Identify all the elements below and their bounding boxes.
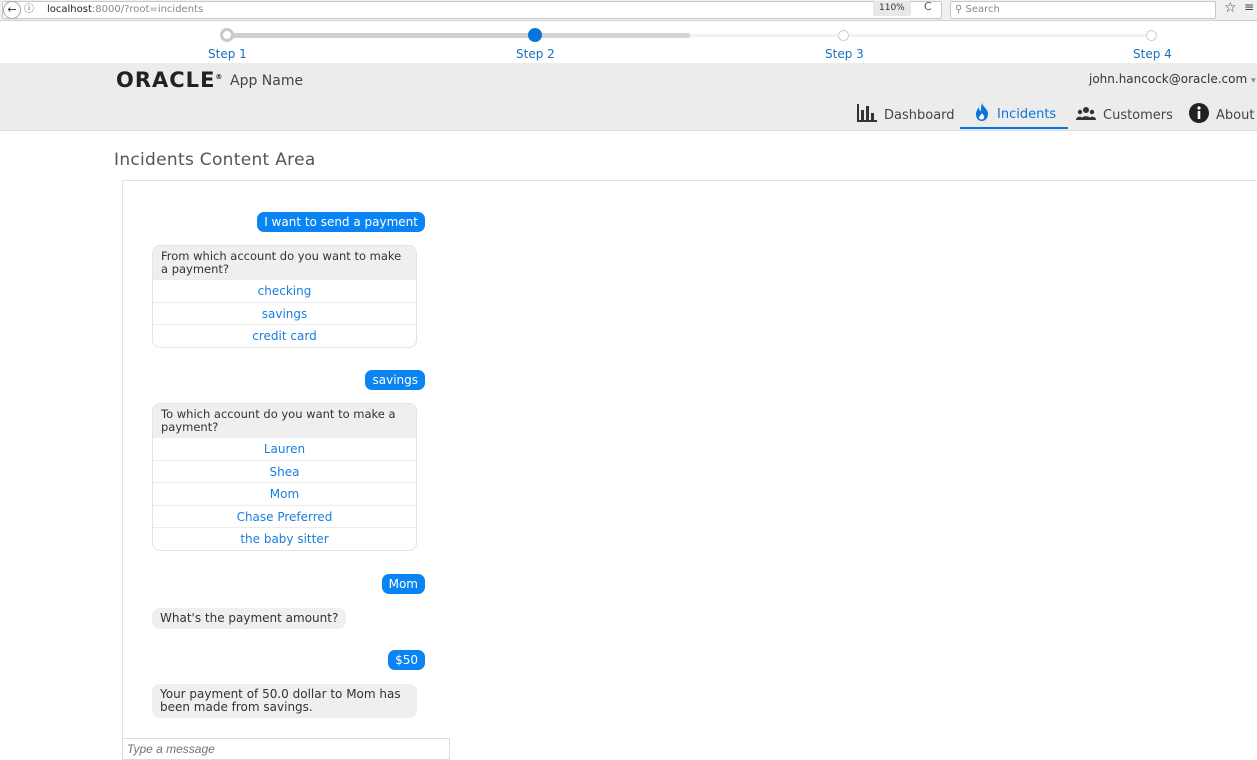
browser-search-input[interactable]: ⚲ Search [950, 1, 1216, 19]
option-chase-preferred[interactable]: Chase Preferred [153, 504, 416, 528]
bot-message: Your payment of 50.0 dollar to Mom has b… [152, 684, 417, 718]
bot-question: To which account do you want to make a p… [153, 404, 416, 437]
nav-label: Dashboard [884, 107, 955, 123]
address-bar[interactable]: ← ⓘ localhost:8000/?root=incidents [2, 1, 942, 19]
option-shea[interactable]: Shea [153, 459, 416, 483]
reload-icon[interactable]: C [924, 0, 932, 13]
bot-message: What's the payment amount? [152, 608, 347, 629]
search-placeholder: Search [965, 4, 1000, 15]
step-connector [535, 33, 690, 38]
logo-text: ORACLE [116, 68, 216, 92]
bot-choice-card: To which account do you want to make a p… [152, 403, 417, 551]
browser-toolbar: ← ⓘ localhost:8000/?root=incidents 110% … [0, 0, 1257, 21]
step-4-label[interactable]: Step 4 [1133, 47, 1172, 61]
option-mom[interactable]: Mom [153, 482, 416, 505]
step-3-label[interactable]: Step 3 [825, 47, 864, 61]
option-baby-sitter[interactable]: the baby sitter [153, 527, 416, 550]
step-3-dot[interactable] [838, 30, 849, 41]
reader-icon[interactable]: ≡ [1244, 0, 1254, 14]
user-message: I want to send a payment [257, 212, 425, 232]
people-icon [1076, 106, 1096, 124]
nav-label: Customers [1103, 107, 1173, 123]
nav-item-incidents[interactable]: Incidents [960, 101, 1069, 129]
user-message: $50 [388, 650, 425, 670]
nav-item-dashboard[interactable]: Dashboard [857, 101, 955, 129]
nav-item-about[interactable]: About [1189, 101, 1254, 129]
option-savings[interactable]: savings [153, 301, 416, 325]
info-icon[interactable]: ⓘ [24, 2, 34, 18]
step-1-label[interactable]: Step 1 [208, 47, 247, 61]
bookmark-star-icon[interactable]: ☆ [1224, 0, 1237, 16]
info-icon [1189, 103, 1209, 127]
logo-mark: ® [215, 73, 224, 81]
app-name: App Name [230, 73, 304, 89]
url-host: localhost [47, 4, 92, 15]
step-2-label[interactable]: Step 2 [516, 47, 555, 61]
bar-chart-icon [857, 104, 877, 126]
bot-choice-card: From which account do you want to make a… [152, 245, 417, 348]
app-header: ORACLE® App Name john.hancock@oracle.com… [0, 63, 1257, 131]
zoom-level[interactable]: 110% [873, 1, 911, 16]
user-message: Mom [381, 574, 425, 594]
url-text[interactable]: localhost:8000/?root=incidents [47, 2, 203, 18]
page-title: Incidents Content Area [114, 150, 316, 170]
nav-label: About [1216, 107, 1255, 123]
option-checking[interactable]: checking [153, 279, 416, 302]
back-arrow-icon[interactable]: ← [3, 1, 21, 19]
chevron-down-icon: ▾ [1251, 76, 1256, 86]
step-2-dot[interactable] [528, 28, 542, 42]
option-credit-card[interactable]: credit card [153, 324, 416, 347]
flame-icon [974, 103, 990, 125]
user-email: john.hancock@oracle.com [1089, 72, 1248, 86]
option-lauren[interactable]: Lauren [153, 437, 416, 460]
bot-question: From which account do you want to make a… [153, 246, 416, 279]
user-menu[interactable]: john.hancock@oracle.com ▾ [1089, 72, 1256, 86]
nav-label: Incidents [997, 106, 1057, 122]
step-connector [690, 34, 1150, 37]
step-connector [227, 33, 535, 38]
step-1-dot[interactable] [220, 28, 234, 42]
step-4-dot[interactable] [1146, 30, 1157, 41]
oracle-logo: ORACLE® [116, 68, 223, 92]
nav-item-customers[interactable]: Customers [1076, 101, 1173, 129]
url-path: :8000/?root=incidents [91, 4, 204, 15]
user-message: savings [365, 370, 425, 390]
search-icon: ⚲ [955, 4, 963, 15]
train-stepper: Step 1 Step 2 Step 3 Step 4 [0, 21, 1257, 63]
